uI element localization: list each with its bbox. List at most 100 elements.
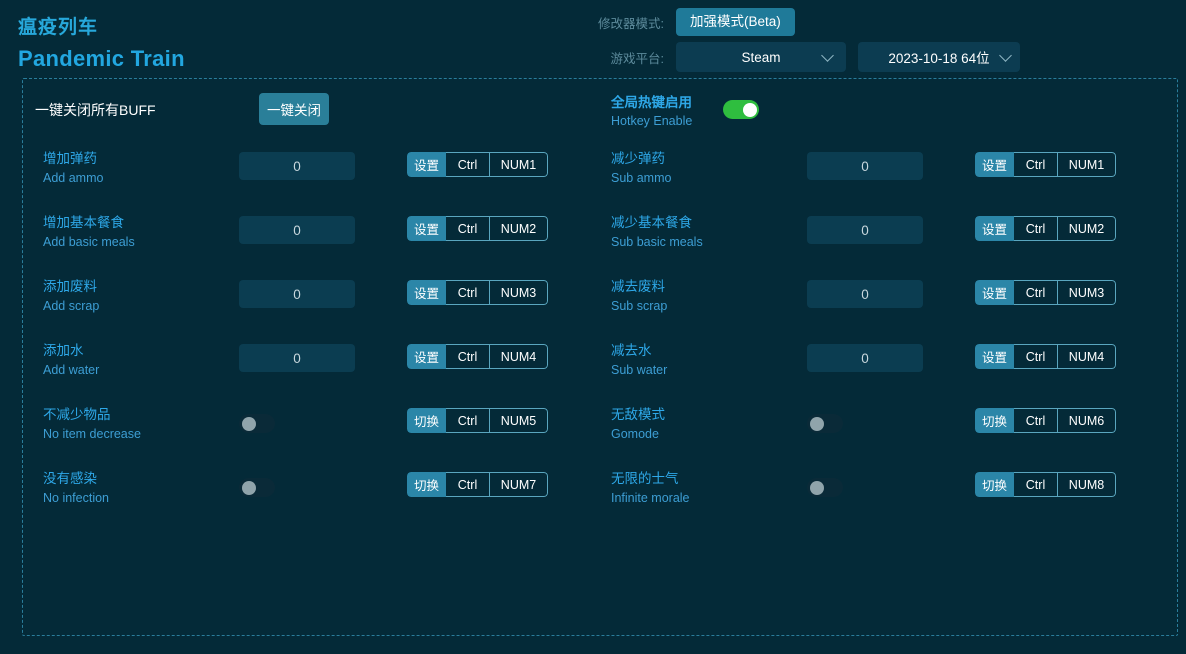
cheat-row: 减去废料 Sub scrap 设置CtrlNUM3 <box>601 267 1179 331</box>
hotkey-action-button[interactable]: 切换 <box>975 472 1015 497</box>
hotkey-modifier-key[interactable]: Ctrl <box>1014 344 1059 369</box>
chevron-down-icon <box>821 49 834 62</box>
cheat-label-en: No infection <box>43 491 110 505</box>
cheat-label-zh: 添加废料 <box>43 279 97 294</box>
hotkey-modifier-key[interactable]: Ctrl <box>446 280 491 305</box>
platform-dropdown[interactable]: Steam <box>676 42 846 72</box>
hotkey-modifier-key[interactable]: Ctrl <box>1014 408 1059 433</box>
hotkey-action-button[interactable]: 切换 <box>407 472 447 497</box>
cheat-value-input[interactable] <box>239 216 355 244</box>
toggle-knob-icon <box>241 416 256 431</box>
cheat-label-zh: 减去水 <box>611 343 652 358</box>
cheat-row: 添加废料 Add scrap 设置CtrlNUM3 <box>23 267 601 331</box>
cheat-toggle-wrap <box>807 478 843 502</box>
hotkey-modifier-key[interactable]: Ctrl <box>1014 472 1059 497</box>
cheat-label-en: Add scrap <box>43 299 100 313</box>
hotkey-action-button[interactable]: 设置 <box>975 280 1015 305</box>
hotkey-action-button[interactable]: 设置 <box>407 216 447 241</box>
cheat-toggle-wrap <box>239 478 275 502</box>
cheat-toggle[interactable] <box>807 414 843 433</box>
cheat-label-en: Add water <box>43 363 100 377</box>
cheat-label-zh: 无敌模式 <box>611 407 665 422</box>
cheat-label-en: Add basic meals <box>43 235 135 249</box>
app-title-en: Pandemic Train <box>18 46 185 71</box>
toggle-knob-icon <box>809 480 824 495</box>
hotkey-modifier-key[interactable]: Ctrl <box>1014 152 1059 177</box>
hotkey-modifier-key[interactable]: Ctrl <box>446 344 491 369</box>
hotkey-modifier-key[interactable]: Ctrl <box>446 408 491 433</box>
version-dropdown[interactable]: 2023-10-18 64位 <box>858 42 1020 72</box>
cheat-row-label: 减少基本餐食 Sub basic meals <box>611 214 811 250</box>
cheat-value-input[interactable] <box>807 344 923 372</box>
hotkey-action-button[interactable]: 设置 <box>975 152 1015 177</box>
hotkey-enable-label-en: Hotkey Enable <box>611 114 693 128</box>
cheat-toggle[interactable] <box>239 478 275 497</box>
hotkey-main-key[interactable]: NUM3 <box>1058 280 1117 305</box>
cheat-label-zh: 减少弹药 <box>611 151 665 166</box>
hotkey-modifier-key[interactable]: Ctrl <box>446 152 491 177</box>
hotkey-main-key[interactable]: NUM5 <box>490 408 549 433</box>
cheat-toggle[interactable] <box>807 478 843 497</box>
hotkey-action-button[interactable]: 切换 <box>975 408 1015 433</box>
mode-button[interactable]: 加强模式(Beta) <box>676 8 795 36</box>
hotkey-action-button[interactable]: 切换 <box>407 408 447 433</box>
hotkey-action-button[interactable]: 设置 <box>407 152 447 177</box>
hotkey-group: 切换 Ctrl NUM7 <box>407 472 549 497</box>
cheat-label-en: No item decrease <box>43 427 141 441</box>
cheat-label-zh: 添加水 <box>43 343 84 358</box>
cheat-label-en: Add ammo <box>43 171 104 185</box>
hotkey-main-key[interactable]: NUM8 <box>1058 472 1117 497</box>
hotkey-enable-label-zh: 全局热键启用 <box>611 95 692 110</box>
cheat-label-en: Sub basic meals <box>611 235 703 249</box>
hotkey-group: 切换 Ctrl NUM6 <box>975 408 1117 433</box>
cheat-label-zh: 增加弹药 <box>43 151 97 166</box>
cheat-value-input[interactable] <box>807 280 923 308</box>
cheat-toggle[interactable] <box>239 414 275 433</box>
hotkey-group: 设置 Ctrl NUM3 <box>407 280 549 305</box>
hotkey-main-key[interactable]: NUM7 <box>490 472 549 497</box>
hotkey-action-button[interactable]: 设置 <box>975 344 1015 369</box>
cheat-row-label: 添加废料 Add scrap <box>43 278 243 314</box>
hotkey-action-button[interactable]: 设置 <box>975 216 1015 241</box>
hotkey-group: 设置 Ctrl NUM4 <box>975 344 1117 369</box>
hotkey-main-key[interactable]: NUM4 <box>1058 344 1117 369</box>
disable-all-buffs-button[interactable]: 一键关闭 <box>259 93 329 125</box>
hotkey-enable-toggle-wrap <box>723 100 759 124</box>
cheat-value-input[interactable] <box>239 280 355 308</box>
hotkey-main-key[interactable]: NUM2 <box>490 216 549 241</box>
chevron-down-icon <box>999 49 1012 62</box>
hotkey-modifier-key[interactable]: Ctrl <box>446 216 491 241</box>
cheat-row: 减少基本餐食 Sub basic meals 设置CtrlNUM2 <box>601 203 1179 267</box>
cheat-value-input[interactable] <box>807 216 923 244</box>
cheat-row: 增加弹药 Add ammo 设置CtrlNUM1 <box>23 139 601 203</box>
hotkey-modifier-key[interactable]: Ctrl <box>1014 216 1059 241</box>
hotkey-action-button[interactable]: 设置 <box>407 280 447 305</box>
cheat-label-en: Gomode <box>611 427 659 441</box>
cheat-label-en: Sub ammo <box>611 171 672 185</box>
cheat-label-zh: 增加基本餐食 <box>43 215 124 230</box>
cheat-label-zh: 减少基本餐食 <box>611 215 692 230</box>
hotkey-main-key[interactable]: NUM4 <box>490 344 549 369</box>
hotkey-main-key[interactable]: NUM1 <box>1058 152 1117 177</box>
cheat-label-en: Sub water <box>611 363 668 377</box>
hotkey-main-key[interactable]: NUM1 <box>490 152 549 177</box>
cheat-row-label: 不减少物品 No item decrease <box>43 406 243 442</box>
cheat-value-input[interactable] <box>807 152 923 180</box>
toggle-knob-icon <box>742 102 757 117</box>
hotkey-main-key[interactable]: NUM2 <box>1058 216 1117 241</box>
cheat-row: 无敌模式 Gomode 切换 Ctrl NUM6 <box>601 395 1179 459</box>
cheat-value-input[interactable] <box>239 152 355 180</box>
cheat-row-label: 增加弹药 Add ammo <box>43 150 243 186</box>
hotkey-modifier-key[interactable]: Ctrl <box>446 472 491 497</box>
cheat-row-label: 减去水 Sub water <box>611 342 811 378</box>
hotkey-enable-toggle[interactable] <box>723 100 759 119</box>
header: 瘟疫列车 Pandemic Train 修改器模式: 加强模式(Beta) 游戏… <box>0 0 1186 78</box>
hotkey-main-key[interactable]: NUM6 <box>1058 408 1117 433</box>
cheat-label-zh: 无限的士气 <box>611 471 679 486</box>
cheat-row: 没有感染 No infection 切换 Ctrl NUM7 <box>23 459 601 523</box>
cheat-value-input[interactable] <box>239 344 355 372</box>
hotkey-action-button[interactable]: 设置 <box>407 344 447 369</box>
hotkey-main-key[interactable]: NUM3 <box>490 280 549 305</box>
hotkey-modifier-key[interactable]: Ctrl <box>1014 280 1059 305</box>
hotkey-group: 设置 Ctrl NUM2 <box>975 216 1117 241</box>
